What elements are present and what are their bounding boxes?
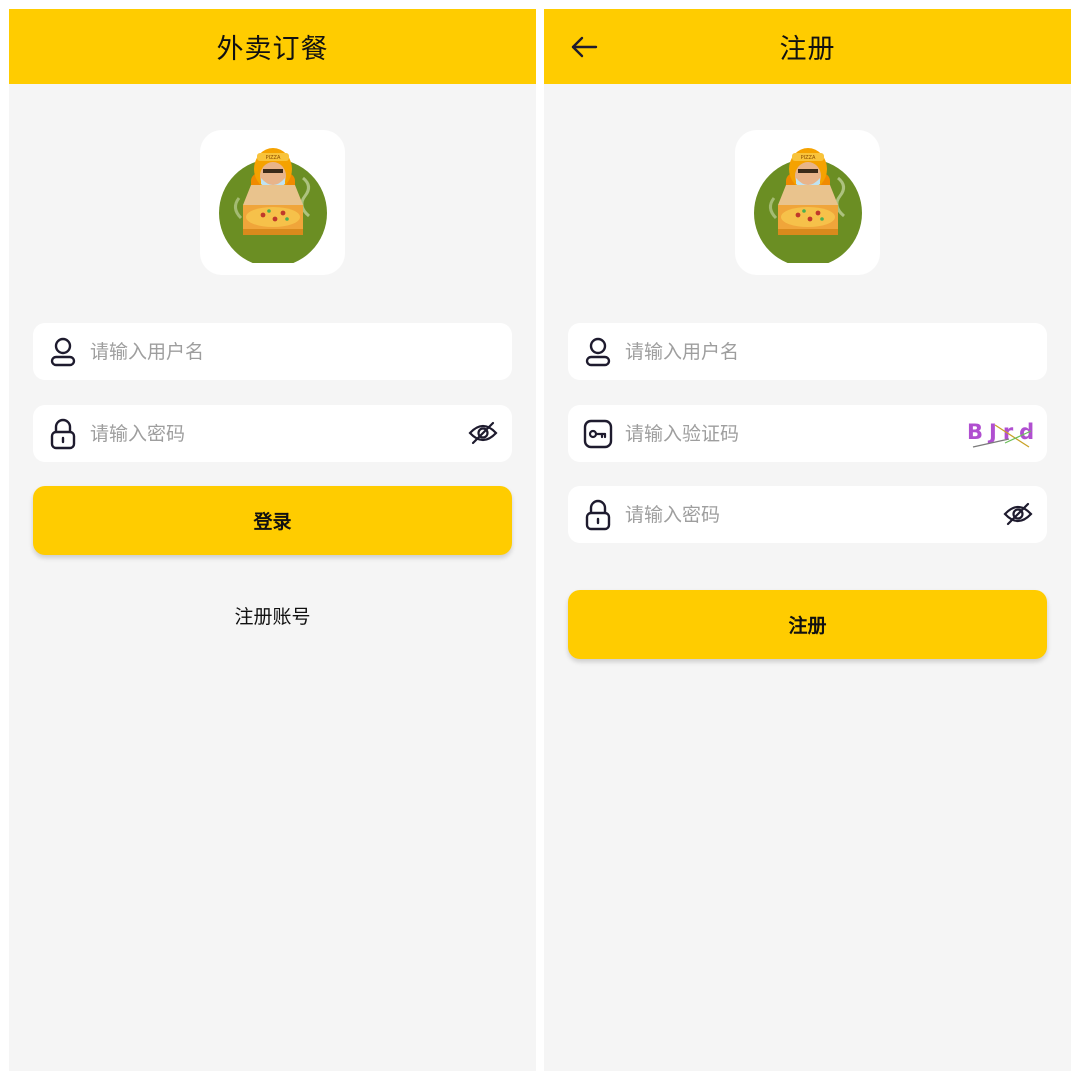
register-account-link[interactable]: 注册账号: [9, 602, 536, 629]
username-field[interactable]: [33, 323, 512, 380]
login-screen: 外卖订餐 PIZZA 请输入用户名 登录 注册账号: [9, 9, 536, 1071]
svg-text:PIZZA: PIZZA: [265, 155, 280, 161]
page-title: 注册: [779, 34, 836, 65]
user-icon: [48, 337, 78, 367]
captcha-field[interactable]: BJrd: [568, 405, 1047, 462]
app-bar: 注册: [544, 9, 1071, 84]
register-button[interactable]: 注册: [568, 590, 1047, 659]
password-field[interactable]: [33, 405, 512, 462]
password-field[interactable]: [568, 486, 1047, 543]
app-logo: PIZZA: [735, 130, 880, 275]
login-button[interactable]: 登录: [33, 486, 512, 555]
username-field[interactable]: [568, 323, 1047, 380]
arrow-left-icon[interactable]: [566, 29, 602, 65]
username-input[interactable]: [90, 323, 512, 380]
svg-text:PIZZA: PIZZA: [800, 155, 815, 161]
password-input[interactable]: [90, 405, 512, 462]
user-icon: [583, 337, 613, 367]
page-title: 外卖订餐: [216, 34, 329, 65]
key-icon: [583, 419, 613, 449]
lock-icon: [48, 418, 78, 449]
pizza-delivery-logo: PIZZA: [218, 147, 327, 263]
pizza-delivery-logo: PIZZA: [753, 147, 862, 263]
register-screen: 注册 PIZZA 请输入用户名 请输入验证码 BJrd 注册: [544, 9, 1071, 1071]
username-input[interactable]: [625, 323, 1047, 380]
password-input[interactable]: [625, 486, 1047, 543]
app-bar: 外卖订餐: [9, 9, 536, 84]
lock-icon: [583, 499, 613, 530]
eye-off-icon[interactable]: [467, 417, 499, 449]
app-logo: PIZZA: [200, 130, 345, 275]
captcha-image[interactable]: BJrd: [965, 413, 1035, 453]
eye-off-icon[interactable]: [1002, 498, 1034, 530]
